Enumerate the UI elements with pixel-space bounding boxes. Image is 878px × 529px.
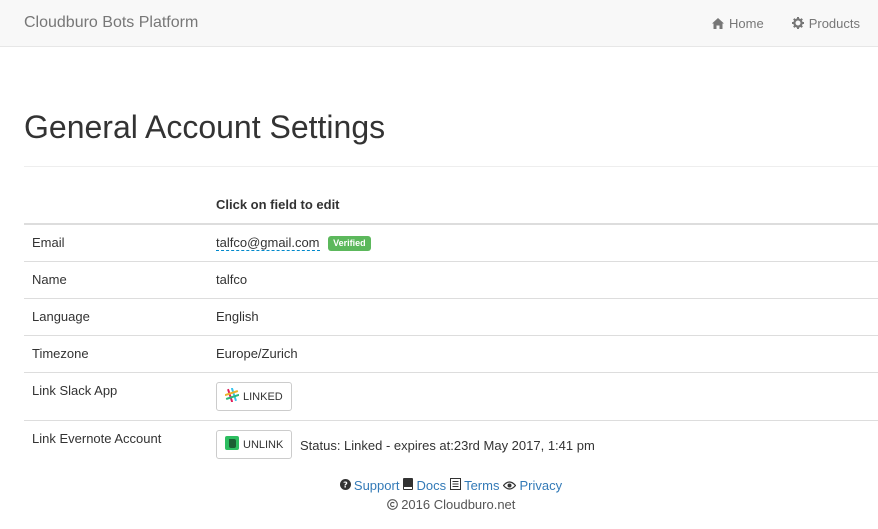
home-icon: [712, 17, 724, 29]
privacy-link[interactable]: Privacy: [519, 476, 562, 495]
verified-badge: Verified: [328, 236, 371, 251]
slack-icon: [224, 387, 240, 405]
email-label: Email: [32, 235, 65, 250]
copyright: 2016 Cloudburo.net: [24, 495, 878, 514]
evernote-button-label: UNLINK: [243, 438, 284, 451]
name-field[interactable]: talfco: [208, 261, 878, 299]
footer-links: ? Support Docs Terms Privacy: [339, 476, 562, 495]
evernote-label: Link Evernote Account: [24, 420, 208, 468]
timezone-field[interactable]: Europe/Zurich: [208, 335, 878, 373]
slack-button-label: LINKED: [243, 390, 283, 403]
table-row: Name talfco: [24, 261, 878, 299]
gear-icon: [791, 17, 804, 29]
header-empty: [24, 182, 208, 225]
settings-table: Click on field to edit Email talfco@gmai…: [24, 182, 878, 468]
table-row: Email talfco@gmail.com Verified: [24, 224, 878, 262]
eye-icon: [503, 476, 517, 495]
table-row: Timezone Europe/Zurich: [24, 335, 878, 373]
evernote-cell: UNLINK Status: Linked - expires at:23rd …: [208, 420, 878, 468]
slack-cell: LINKED: [208, 372, 878, 421]
nav-home-link[interactable]: Home: [712, 16, 764, 31]
table-row: Link Evernote Account UNLINK Status: Lin…: [24, 420, 878, 468]
svg-text:?: ?: [343, 481, 348, 490]
page-title: General Account Settings: [24, 109, 878, 167]
table-row: Language English: [24, 298, 878, 336]
copyright-text: 2016 Cloudburo.net: [401, 497, 516, 512]
name-label: Name: [24, 261, 208, 299]
brand-title[interactable]: Cloudburo Bots Platform: [24, 14, 198, 32]
book-icon: [403, 476, 414, 495]
table-row: Link Slack App LINKED: [24, 372, 878, 421]
navbar: Cloudburo Bots Platform Home Products: [0, 0, 878, 47]
docs-link[interactable]: Docs: [416, 476, 446, 495]
edit-hint-header: Click on field to edit: [208, 182, 878, 225]
language-label: Language: [24, 298, 208, 336]
slack-label: Link Slack App: [24, 372, 208, 421]
slack-linked-button[interactable]: LINKED: [216, 382, 292, 411]
email-field[interactable]: talfco@gmail.com: [216, 235, 320, 251]
evernote-unlink-button[interactable]: UNLINK: [216, 430, 293, 459]
support-link[interactable]: Support: [354, 476, 400, 495]
evernote-status: Status: Linked - expires at:23rd May 201…: [299, 438, 595, 453]
nav-home-label: Home: [729, 15, 764, 31]
footer: ? Support Docs Terms Privacy 2016 Cloudb…: [24, 476, 878, 514]
email-cell: talfco@gmail.com Verified: [208, 224, 878, 262]
terms-link[interactable]: Terms: [464, 476, 499, 495]
copyright-icon: [386, 497, 402, 512]
evernote-icon: [225, 436, 239, 453]
question-icon: ?: [339, 476, 351, 495]
list-icon: [450, 476, 462, 495]
language-field[interactable]: English: [208, 298, 878, 336]
nav-links: Home Products: [712, 16, 860, 31]
timezone-label: Timezone: [24, 335, 208, 373]
main-container: General Account Settings Click on field …: [0, 109, 878, 514]
nav-products-label: Products: [808, 15, 860, 31]
nav-products-link[interactable]: Products: [791, 15, 860, 31]
